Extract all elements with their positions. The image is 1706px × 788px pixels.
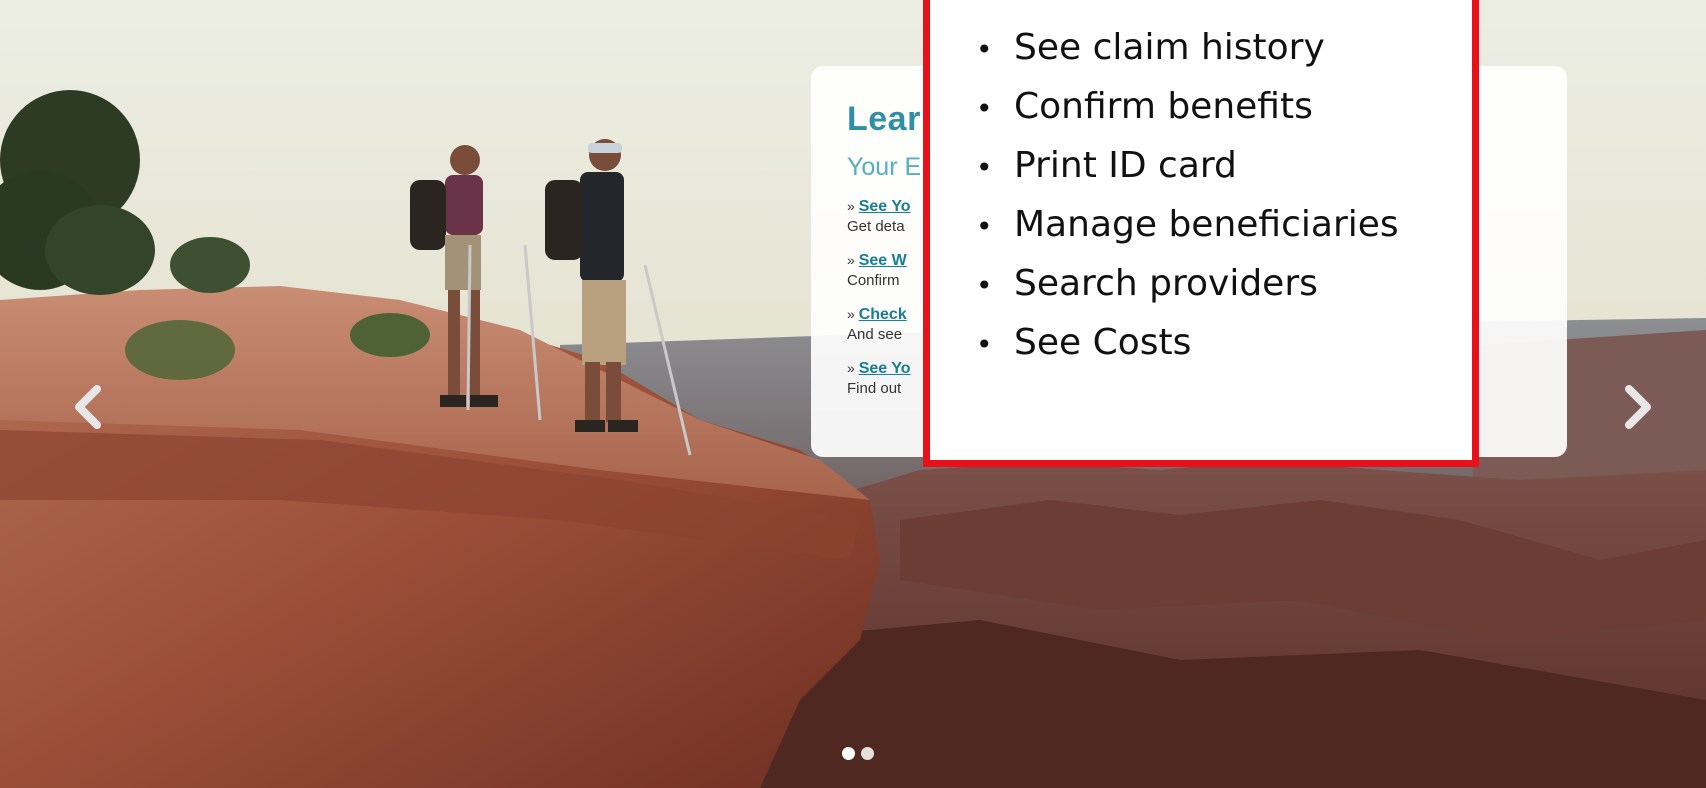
bullet: •	[976, 151, 993, 184]
bullet: •	[976, 269, 993, 302]
chevron-left-icon	[75, 385, 101, 429]
feature-item-search-providers: • Search providers	[954, 255, 1472, 314]
feature-label: Confirm benefits	[1014, 86, 1313, 127]
link-prefix: »	[847, 198, 859, 214]
link-prefix: »	[847, 360, 859, 376]
carousel-dot-2[interactable]	[861, 747, 874, 760]
panel-link-costs[interactable]: See Yo	[859, 360, 911, 377]
feature-label: See Costs	[1014, 322, 1192, 363]
link-prefix: »	[847, 252, 859, 268]
panel-link-check[interactable]: Check	[859, 306, 907, 323]
feature-item-print-id-card: • Print ID card	[954, 137, 1472, 196]
feature-item-see-costs: • See Costs	[954, 314, 1472, 373]
bullet: •	[976, 210, 993, 243]
feature-label: Print ID card	[1014, 145, 1237, 186]
carousel-next-button[interactable]	[1616, 385, 1660, 429]
feature-label: Search providers	[1014, 263, 1318, 304]
hero-carousel: Lear Your E » See Yo Get deta » See W Co…	[0, 0, 1706, 788]
feature-label: Manage beneficiaries	[1014, 204, 1399, 245]
bullet: •	[976, 328, 993, 361]
carousel-dot-1[interactable]	[842, 747, 855, 760]
feature-item-confirm-benefits: • Confirm benefits	[954, 78, 1472, 137]
panel-link-benefits[interactable]: See W	[859, 252, 907, 269]
feature-item-manage-beneficiaries: • Manage beneficiaries	[954, 196, 1472, 255]
carousel-prev-button[interactable]	[66, 385, 110, 429]
link-prefix: »	[847, 306, 859, 322]
feature-item-claim-history: • See claim history	[954, 19, 1472, 78]
panel-link-claims[interactable]: See Yo	[859, 198, 911, 215]
feature-list: • See claim history • Confirm benefits •…	[954, 19, 1472, 373]
feature-label: See claim history	[1014, 27, 1325, 68]
bullet: •	[976, 92, 993, 125]
bullet: •	[976, 33, 993, 66]
carousel-dots	[842, 747, 874, 760]
feature-callout: • See claim history • Confirm benefits •…	[923, 0, 1479, 467]
chevron-right-icon	[1625, 385, 1651, 429]
